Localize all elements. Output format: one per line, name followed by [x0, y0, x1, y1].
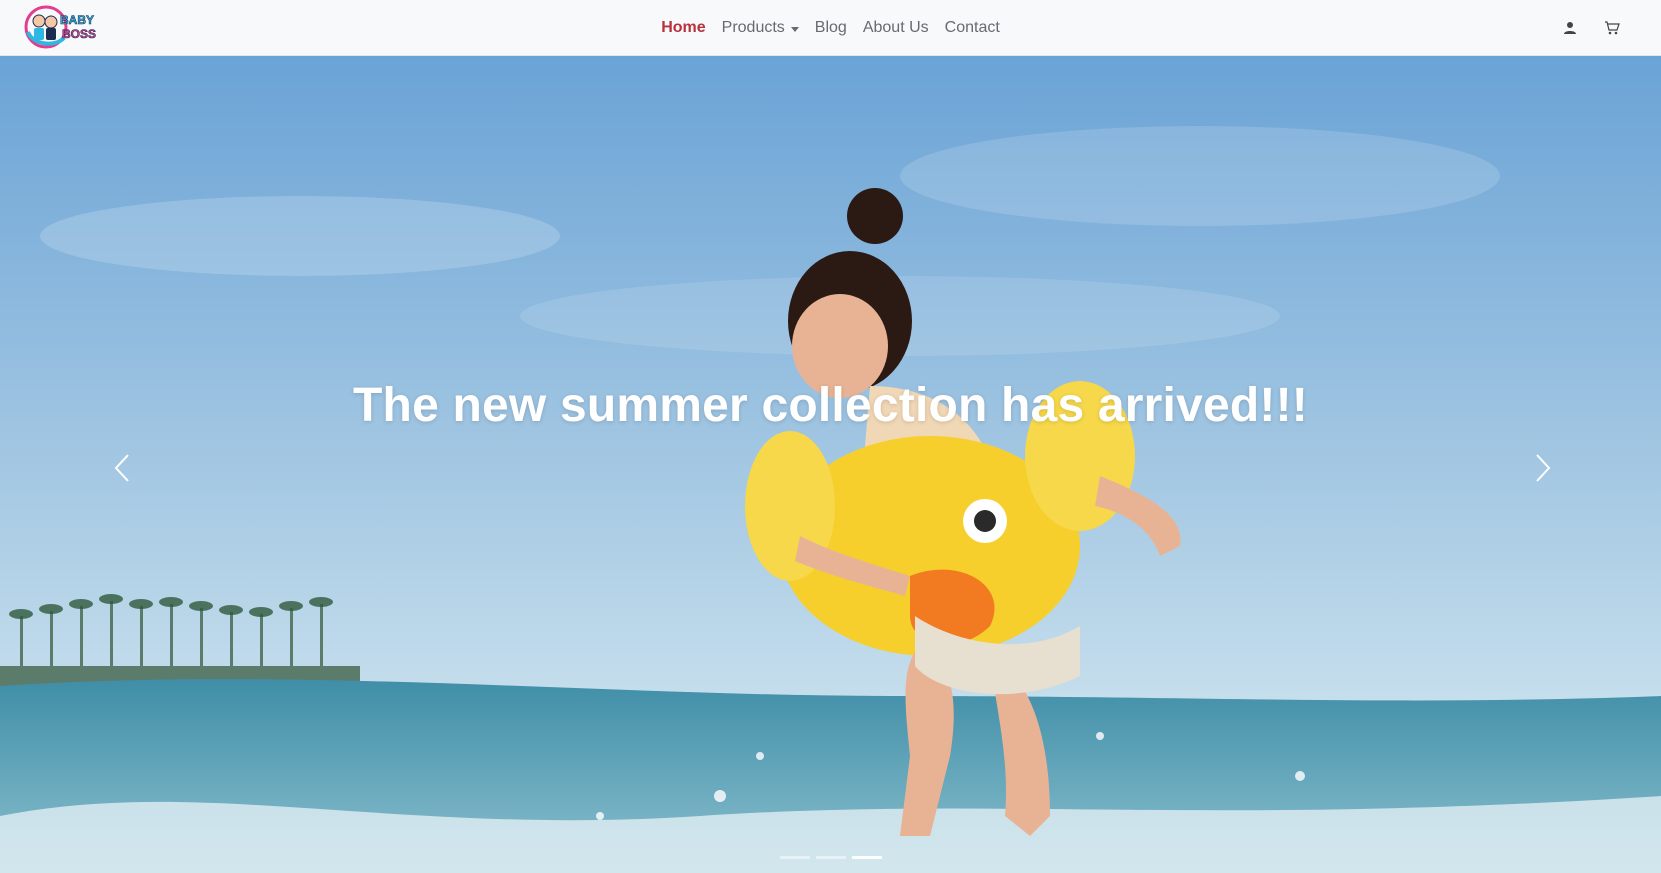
- page: BABY BOSS Home Products Blog About Us Co…: [0, 0, 1661, 873]
- nav-home[interactable]: Home: [653, 19, 713, 37]
- hero-caption: The new summer collection has arrived!!!: [353, 379, 1308, 432]
- carousel-indicator-2[interactable]: [815, 856, 846, 859]
- carousel-next-button[interactable]: [1523, 444, 1563, 492]
- hero-image: [0, 56, 1661, 873]
- hero-carousel: The new summer collection has arrived!!!: [0, 56, 1661, 873]
- nav-products[interactable]: Products: [714, 19, 807, 37]
- chevron-right-icon: [1536, 454, 1551, 482]
- carousel-indicator-1[interactable]: [779, 856, 810, 859]
- nav-actions: [1559, 0, 1623, 56]
- chevron-left-icon: [114, 454, 129, 482]
- carousel-indicator-3[interactable]: [851, 856, 882, 859]
- nav-products-label: Products: [721, 19, 785, 36]
- nav-about-us[interactable]: About Us: [855, 19, 937, 37]
- chevron-down-icon: [790, 26, 799, 32]
- main-nav: Home Products Blog About Us Contact: [0, 0, 1661, 56]
- nav-blog[interactable]: Blog: [807, 19, 855, 37]
- user-icon[interactable]: [1559, 17, 1581, 39]
- cart-icon[interactable]: [1601, 17, 1623, 39]
- navbar: BABY BOSS Home Products Blog About Us Co…: [0, 0, 1661, 56]
- carousel-prev-button[interactable]: [102, 444, 142, 492]
- carousel-indicators: [0, 856, 1661, 859]
- nav-contact[interactable]: Contact: [937, 19, 1008, 37]
